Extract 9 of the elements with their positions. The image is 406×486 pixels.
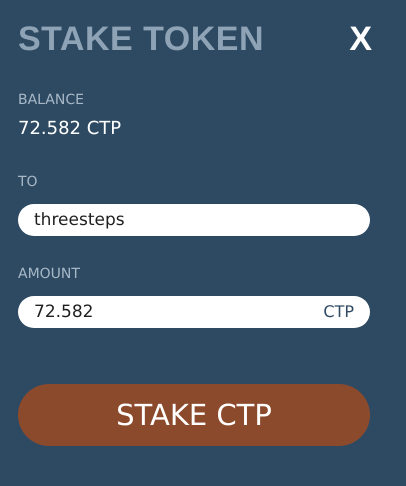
balance-label: BALANCE (18, 92, 85, 108)
amount-label: AMOUNT (18, 266, 81, 282)
stake-button[interactable]: STAKE CTP (18, 384, 370, 446)
to-label: TO (18, 174, 39, 190)
dialog-title: STAKE TOKEN (18, 20, 264, 58)
to-field[interactable]: threesteps (18, 204, 370, 236)
unit-label: CTP (323, 302, 354, 321)
balance-value: 72.582 CTP (18, 118, 122, 139)
close-button[interactable]: X (349, 20, 372, 58)
